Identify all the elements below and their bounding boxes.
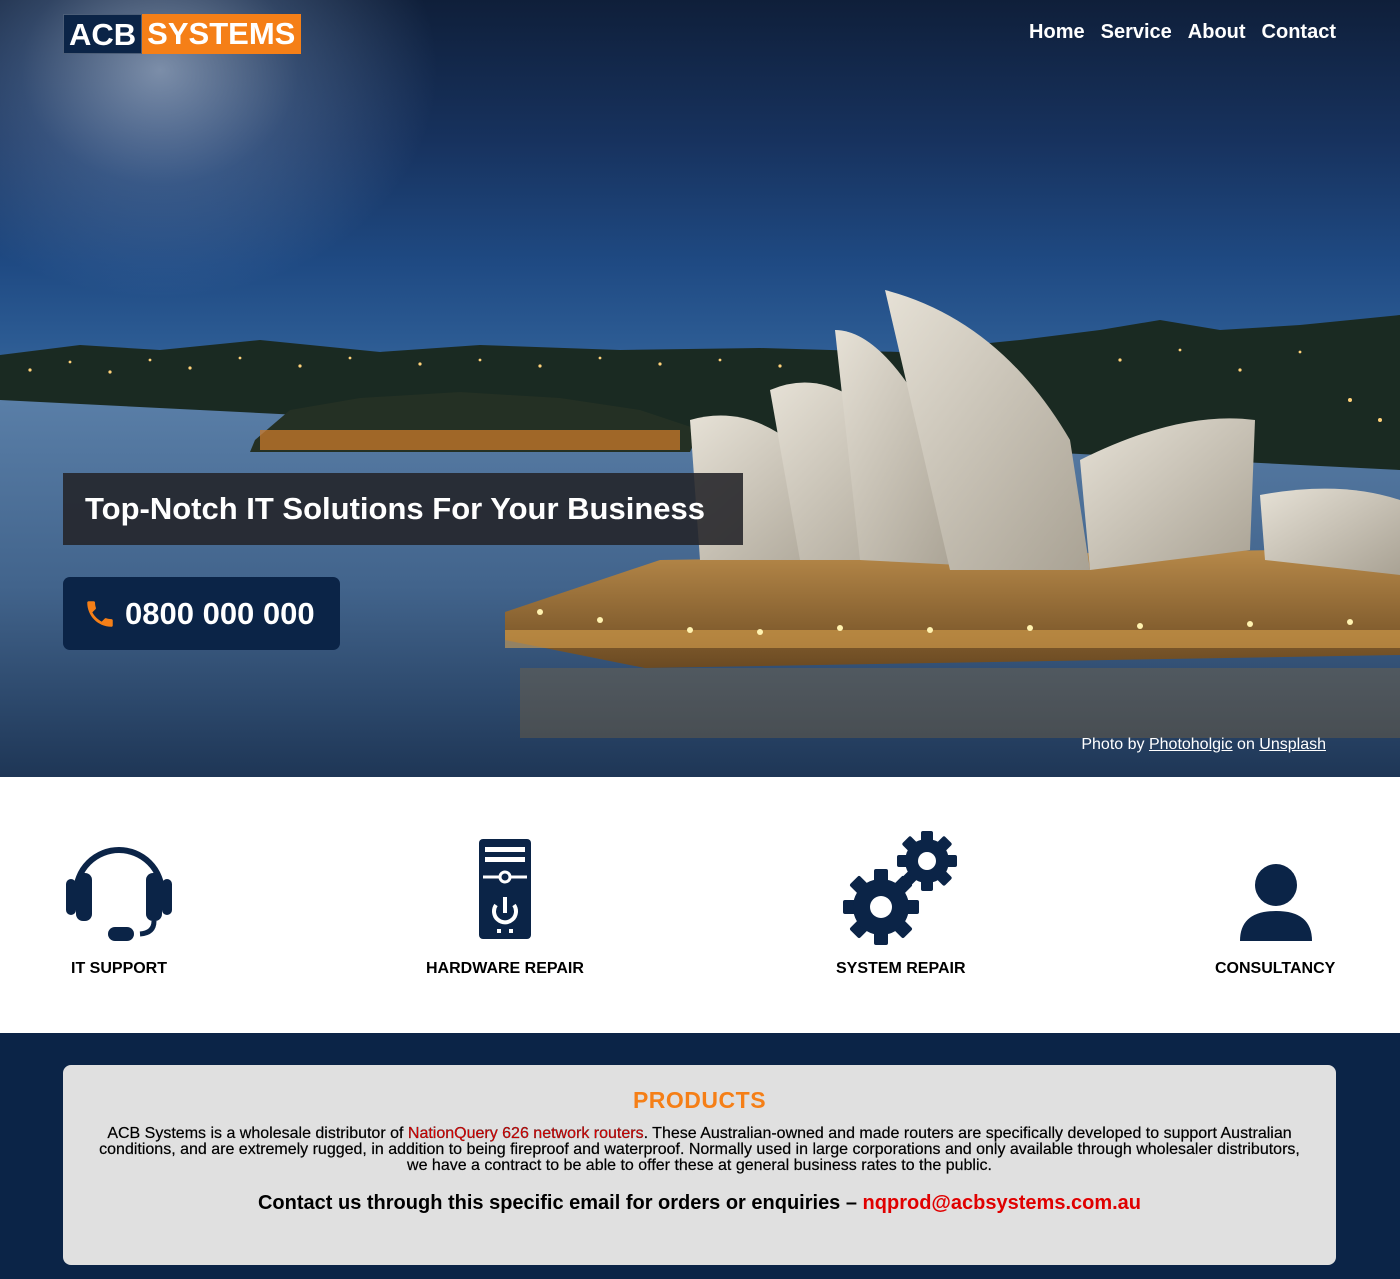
- nav-contact[interactable]: Contact: [1262, 20, 1336, 44]
- credit-prefix: Photo by: [1081, 736, 1145, 753]
- user-icon: [1240, 864, 1312, 941]
- brand-part-acb: ACB: [63, 14, 143, 54]
- headset-icon: [66, 847, 172, 941]
- brand-logo[interactable]: ACB SYSTEMS: [63, 14, 302, 54]
- phone-number: 0800 000 000: [125, 595, 315, 631]
- nav-service[interactable]: Service: [1101, 20, 1172, 44]
- service-label: SYSTEM REPAIR: [836, 960, 966, 977]
- contact-text: Contact us through this specific email f…: [257, 1192, 863, 1214]
- service-label: CONSULTANCY: [1215, 960, 1336, 977]
- service-label: HARDWARE REPAIR: [426, 960, 584, 977]
- products-card: PRODUCTS ACB Systems is a wholesale dist…: [63, 1065, 1336, 1265]
- opera-house-photo: [0, 290, 1400, 777]
- service-label: IT SUPPORT: [71, 960, 168, 977]
- credit-author-link[interactable]: Photoholgic: [1149, 736, 1233, 753]
- phone-icon: [87, 600, 113, 627]
- email-link[interactable]: nqprod@acbsystems.com.au: [863, 1192, 1141, 1214]
- brand-part-systems: SYSTEMS: [142, 14, 302, 54]
- computer-tower-icon: [479, 839, 531, 939]
- products-title: PRODUCTS: [632, 1087, 767, 1113]
- products-section: PRODUCTS ACB Systems is a wholesale dist…: [0, 1033, 1400, 1279]
- main-nav: Home Service About Contact: [1029, 20, 1336, 44]
- products-description: ACB Systems is a wholesale distributor o…: [96, 1125, 1303, 1174]
- desc-before: ACB Systems is a wholesale distributor o…: [107, 1125, 408, 1142]
- nav-home[interactable]: Home: [1029, 20, 1085, 44]
- product-highlight: NationQuery 626 network routers: [407, 1125, 644, 1142]
- photo-credit: Photo by Photoholgic on Unsplash: [1081, 736, 1326, 754]
- services-section: IT SUPPORT HARDWARE REPAIR SYSTEM REPAIR…: [0, 777, 1400, 1033]
- credit-middle: on: [1237, 736, 1255, 753]
- hero-banner: ACB SYSTEMS Home Service About Contact T…: [0, 0, 1400, 777]
- credit-site-link[interactable]: Unsplash: [1259, 736, 1326, 753]
- phone-button[interactable]: 0800 000 000: [63, 577, 340, 650]
- gears-icon: [843, 831, 957, 945]
- hero-tagline: Top-Notch IT Solutions For Your Business: [63, 473, 743, 545]
- nav-about[interactable]: About: [1188, 20, 1246, 44]
- contact-line: Contact us through this specific email f…: [63, 1192, 1336, 1215]
